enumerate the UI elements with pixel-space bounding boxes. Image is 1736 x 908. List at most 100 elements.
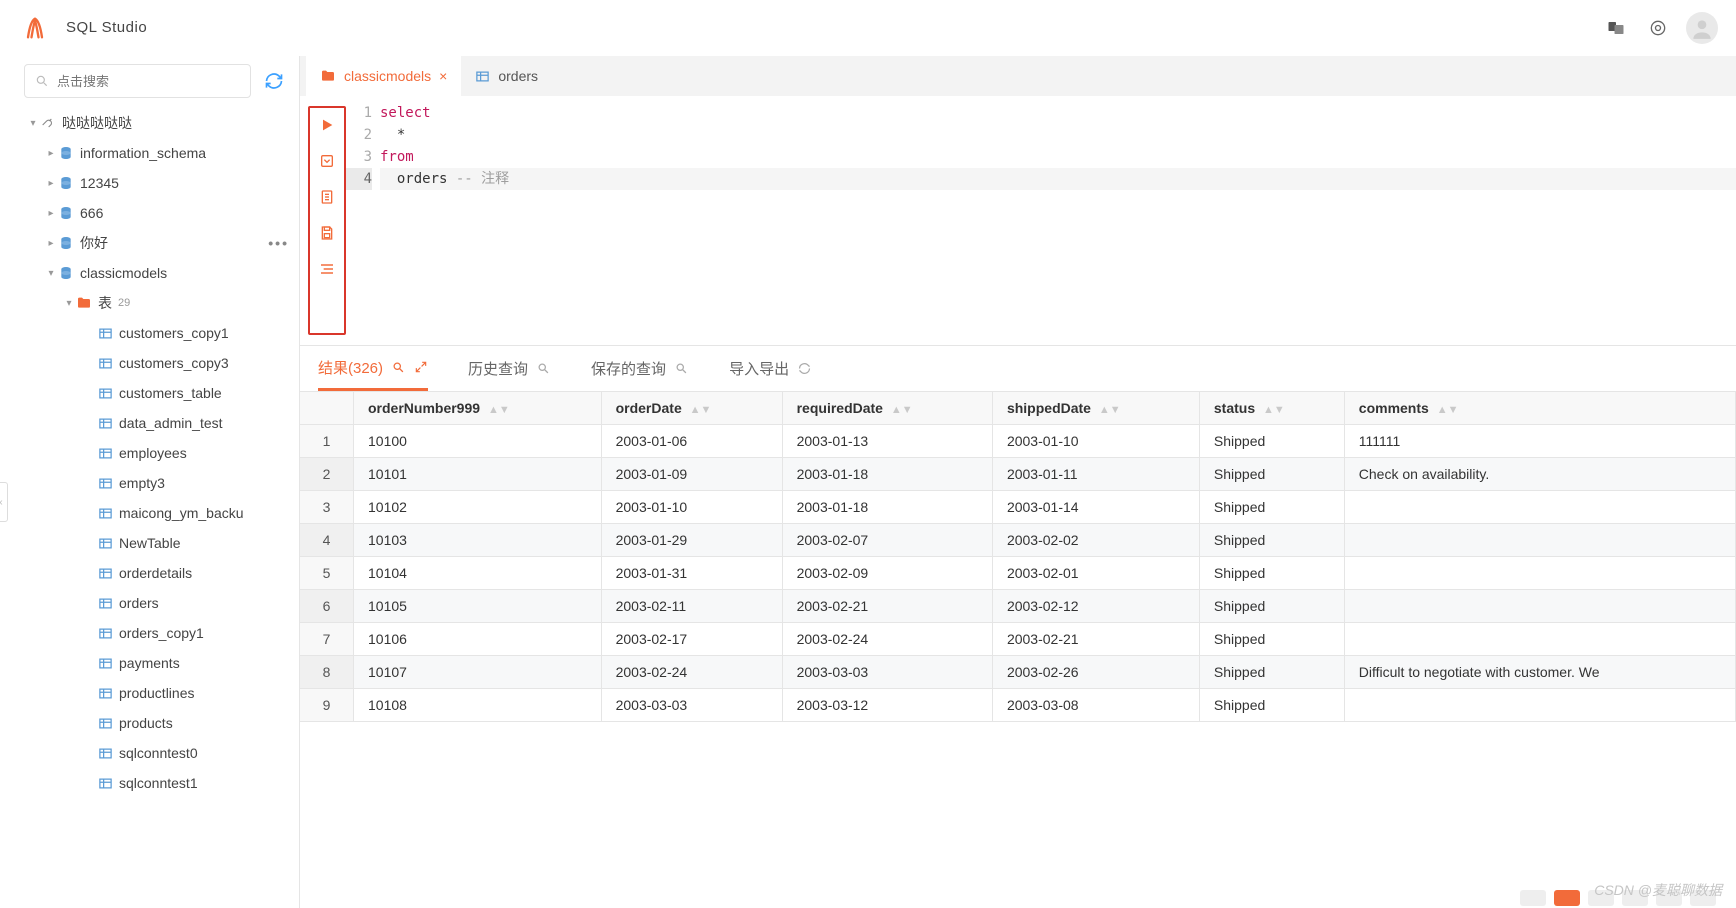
cell[interactable]: 2003-02-24 bbox=[602, 656, 783, 689]
cell[interactable] bbox=[1345, 491, 1736, 524]
settings-icon[interactable] bbox=[1644, 14, 1672, 42]
cell[interactable]: 2003-01-10 bbox=[993, 425, 1200, 458]
cell[interactable]: 2003-02-11 bbox=[602, 590, 783, 623]
cell[interactable]: 10107 bbox=[354, 656, 602, 689]
table-row[interactable]: 5101042003-01-312003-02-092003-02-01Ship… bbox=[300, 557, 1736, 590]
table-row[interactable]: 7101062003-02-172003-02-242003-02-21Ship… bbox=[300, 623, 1736, 656]
cell[interactable] bbox=[1345, 524, 1736, 557]
format-icon[interactable] bbox=[316, 258, 338, 280]
table-node[interactable]: employees bbox=[0, 438, 299, 468]
table-row[interactable]: 3101022003-01-102003-01-182003-01-14Ship… bbox=[300, 491, 1736, 524]
cell[interactable]: 10103 bbox=[354, 524, 602, 557]
table-node[interactable]: payments bbox=[0, 648, 299, 678]
save-icon[interactable] bbox=[316, 222, 338, 244]
cell[interactable]: 2003-02-02 bbox=[993, 524, 1200, 557]
tables-folder[interactable]: ▾ 表 29 bbox=[0, 288, 299, 318]
column-header[interactable]: status ▲▼ bbox=[1200, 392, 1345, 425]
pager-page[interactable] bbox=[1520, 890, 1546, 906]
translate-icon[interactable] bbox=[1602, 14, 1630, 42]
avatar[interactable] bbox=[1686, 12, 1718, 44]
sort-icon[interactable]: ▲▼ bbox=[1263, 408, 1285, 413]
cell[interactable]: 10101 bbox=[354, 458, 602, 491]
pager-page[interactable] bbox=[1656, 890, 1682, 906]
table-node[interactable]: products bbox=[0, 708, 299, 738]
cell[interactable]: Shipped bbox=[1200, 623, 1345, 656]
snippet-icon[interactable] bbox=[316, 186, 338, 208]
cell[interactable]: Shipped bbox=[1200, 425, 1345, 458]
cell[interactable]: 2003-03-12 bbox=[783, 689, 993, 722]
cell[interactable]: 2003-01-06 bbox=[602, 425, 783, 458]
cell[interactable]: 2003-01-13 bbox=[783, 425, 993, 458]
database-node[interactable]: ▸你好••• bbox=[0, 228, 299, 258]
table-node[interactable]: empty3 bbox=[0, 468, 299, 498]
cell[interactable]: 2003-02-21 bbox=[783, 590, 993, 623]
table-node[interactable]: orders bbox=[0, 588, 299, 618]
close-icon[interactable]: × bbox=[439, 68, 447, 84]
table-node[interactable]: data_admin_test bbox=[0, 408, 299, 438]
pager-page[interactable] bbox=[1690, 890, 1716, 906]
cell[interactable]: 2003-01-18 bbox=[783, 491, 993, 524]
sort-icon[interactable]: ▲▼ bbox=[1437, 408, 1459, 413]
column-header[interactable]: comments ▲▼ bbox=[1345, 392, 1736, 425]
cell[interactable]: 10102 bbox=[354, 491, 602, 524]
database-node-current[interactable]: ▾ classicmodels bbox=[0, 258, 299, 288]
cell[interactable]: 10104 bbox=[354, 557, 602, 590]
cell[interactable]: 2003-01-18 bbox=[783, 458, 993, 491]
search-icon[interactable] bbox=[391, 360, 406, 375]
column-header[interactable]: orderDate ▲▼ bbox=[602, 392, 783, 425]
cell[interactable]: 111111 bbox=[1345, 425, 1736, 458]
table-node[interactable]: customers_copy1 bbox=[0, 318, 299, 348]
cell[interactable]: Shipped bbox=[1200, 689, 1345, 722]
connection-node[interactable]: ▾ 哒哒哒哒哒 bbox=[0, 108, 299, 138]
cell[interactable]: 2003-02-01 bbox=[993, 557, 1200, 590]
sort-icon[interactable]: ▲▼ bbox=[1099, 408, 1121, 413]
explain-icon[interactable] bbox=[316, 150, 338, 172]
column-header[interactable]: orderNumber999 ▲▼ bbox=[354, 392, 602, 425]
cell[interactable]: 2003-01-14 bbox=[993, 491, 1200, 524]
cell[interactable]: 2003-03-08 bbox=[993, 689, 1200, 722]
sort-icon[interactable]: ▲▼ bbox=[891, 408, 913, 413]
cell[interactable]: Shipped bbox=[1200, 491, 1345, 524]
expand-icon[interactable] bbox=[414, 360, 428, 374]
table-node[interactable]: customers_table bbox=[0, 378, 299, 408]
table-node[interactable]: NewTable bbox=[0, 528, 299, 558]
cell[interactable]: 2003-03-03 bbox=[602, 689, 783, 722]
pager-page[interactable] bbox=[1588, 890, 1614, 906]
database-node[interactable]: ▸12345 bbox=[0, 168, 299, 198]
search-icon[interactable] bbox=[674, 361, 689, 376]
cell[interactable]: 2003-02-21 bbox=[993, 623, 1200, 656]
cell[interactable]: Shipped bbox=[1200, 557, 1345, 590]
cell[interactable]: Shipped bbox=[1200, 590, 1345, 623]
pager-page-active[interactable] bbox=[1554, 890, 1580, 906]
editor-tab[interactable]: orders bbox=[461, 56, 552, 96]
cell[interactable]: 2003-02-12 bbox=[993, 590, 1200, 623]
cell[interactable] bbox=[1345, 557, 1736, 590]
table-node[interactable]: customers_copy3 bbox=[0, 348, 299, 378]
cell[interactable]: 2003-01-11 bbox=[993, 458, 1200, 491]
cell[interactable]: 10100 bbox=[354, 425, 602, 458]
cell[interactable]: Difficult to negotiate with customer. We bbox=[1345, 656, 1736, 689]
run-icon[interactable] bbox=[316, 114, 338, 136]
column-header[interactable]: requiredDate ▲▼ bbox=[783, 392, 993, 425]
sync-icon[interactable] bbox=[797, 361, 812, 376]
cell[interactable]: 2003-02-07 bbox=[783, 524, 993, 557]
column-header[interactable]: shippedDate ▲▼ bbox=[993, 392, 1200, 425]
search-input-wrapper[interactable] bbox=[24, 64, 251, 98]
cell[interactable] bbox=[1345, 623, 1736, 656]
cell[interactable]: 2003-02-09 bbox=[783, 557, 993, 590]
cell[interactable]: 2003-02-26 bbox=[993, 656, 1200, 689]
table-row[interactable]: 9101082003-03-032003-03-122003-03-08Ship… bbox=[300, 689, 1736, 722]
refresh-icon[interactable] bbox=[261, 68, 287, 94]
table-row[interactable]: 8101072003-02-242003-03-032003-02-26Ship… bbox=[300, 656, 1736, 689]
cell[interactable]: 2003-03-03 bbox=[783, 656, 993, 689]
cell[interactable]: Shipped bbox=[1200, 656, 1345, 689]
table-node[interactable]: orders_copy1 bbox=[0, 618, 299, 648]
cell[interactable]: Shipped bbox=[1200, 524, 1345, 557]
pager-page[interactable] bbox=[1622, 890, 1648, 906]
sort-icon[interactable]: ▲▼ bbox=[488, 408, 510, 413]
cell[interactable]: 2003-01-29 bbox=[602, 524, 783, 557]
sort-icon[interactable]: ▲▼ bbox=[690, 408, 712, 413]
editor-tab[interactable]: classicmodels× bbox=[306, 56, 461, 96]
tab-import-export[interactable]: 导入导出 bbox=[729, 358, 812, 379]
table-node[interactable]: sqlconntest0 bbox=[0, 738, 299, 768]
